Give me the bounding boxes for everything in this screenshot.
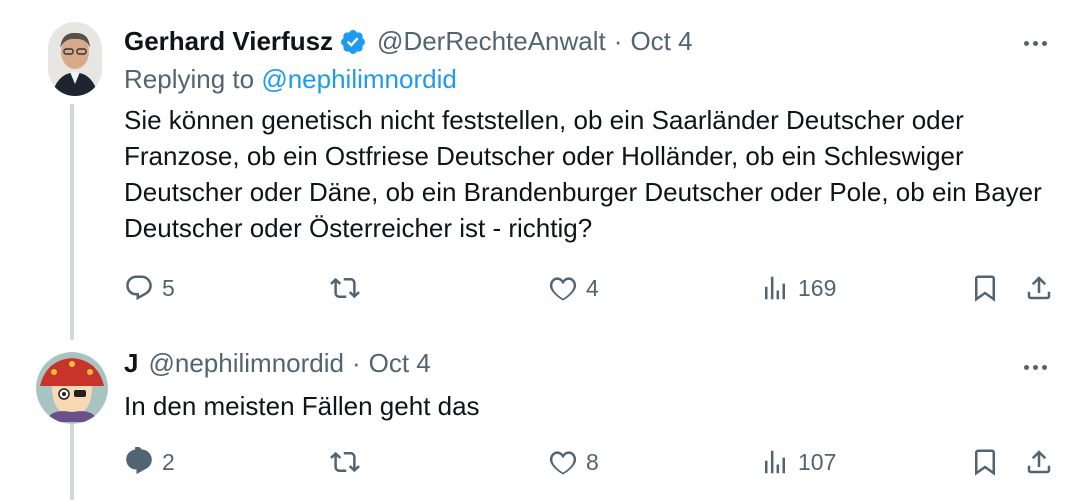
separator: ·	[613, 26, 623, 56]
retweet-button[interactable]	[330, 444, 360, 480]
reply-button[interactable]: 2	[124, 444, 175, 480]
verified-badge-icon	[339, 28, 367, 56]
tweet-header: J @nephilimnordid · Oct 4	[124, 348, 431, 379]
view-count: 169	[798, 274, 837, 301]
views-button[interactable]: 169	[760, 270, 836, 306]
reply-icon	[126, 275, 152, 301]
tweet-text: Sie können genetisch nicht feststellen, …	[124, 105, 1042, 243]
tweet-actions: 5 4 169	[124, 270, 1064, 306]
views-button[interactable]: 107	[760, 444, 836, 480]
views-icon	[765, 450, 785, 474]
replying-to-label: Replying to	[124, 64, 262, 94]
more-icon[interactable]	[1024, 36, 1054, 50]
share-button[interactable]	[1024, 270, 1054, 306]
tweet-actions: 2 8 107	[124, 444, 1064, 480]
tweet-header: Gerhard Vierfusz @DerRechteAnwalt · Oct …	[124, 26, 693, 57]
mention-link[interactable]: @nephilimnordid	[261, 64, 457, 94]
tweet-text: In den meisten Fällen geht das	[124, 391, 480, 421]
like-count: 4	[586, 274, 599, 301]
author-name[interactable]: Gerhard Vierfusz	[124, 26, 333, 57]
more-icon[interactable]	[1024, 360, 1054, 374]
reply-button[interactable]: 5	[124, 270, 175, 306]
tweet[interactable]: J @nephilimnordid · Oct 4 In den meisten…	[0, 340, 1084, 500]
like-icon	[549, 451, 577, 475]
avatar[interactable]	[48, 22, 102, 96]
like-icon	[549, 277, 577, 301]
retweet-icon	[330, 277, 360, 299]
share-icon	[1027, 276, 1051, 300]
like-button[interactable]: 4	[548, 270, 599, 306]
bookmark-icon	[975, 275, 995, 302]
replying-to: Replying to @nephilimnordid	[124, 64, 457, 95]
author-name[interactable]: J	[124, 348, 138, 379]
avatar[interactable]	[36, 352, 108, 424]
timestamp[interactable]: Oct 4	[630, 26, 692, 57]
timestamp[interactable]: Oct 4	[369, 348, 431, 379]
like-button[interactable]: 8	[548, 444, 599, 480]
bookmark-icon	[975, 449, 995, 476]
retweet-button[interactable]	[330, 270, 360, 306]
separator: ·	[351, 348, 361, 378]
views-icon	[765, 276, 785, 300]
like-count: 8	[586, 448, 599, 475]
retweet-icon	[330, 451, 360, 473]
share-icon	[1027, 450, 1051, 474]
reply-count: 5	[162, 274, 175, 301]
bookmark-button[interactable]	[970, 270, 1000, 306]
bookmark-button[interactable]	[970, 444, 1000, 480]
author-handle[interactable]: @DerRechteAnwalt	[377, 26, 606, 57]
reply-icon	[126, 447, 152, 475]
tweet[interactable]: Gerhard Vierfusz @DerRechteAnwalt · Oct …	[0, 0, 1084, 340]
reply-count: 2	[162, 448, 175, 475]
view-count: 107	[798, 448, 837, 475]
author-handle[interactable]: @nephilimnordid	[148, 348, 344, 379]
share-button[interactable]	[1024, 444, 1054, 480]
